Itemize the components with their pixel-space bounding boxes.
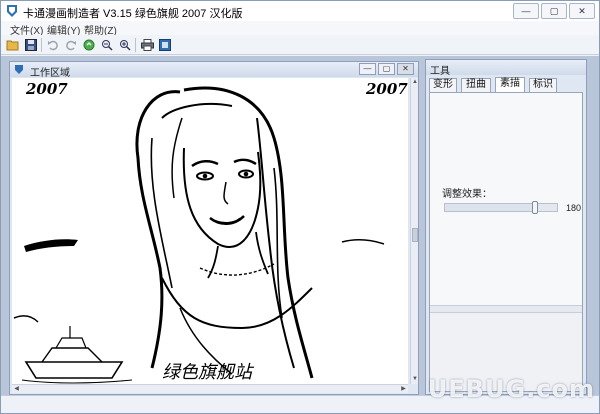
toolbar-separator [41, 38, 42, 52]
scroll-right-icon[interactable]: ▶ [399, 385, 408, 394]
work-minimize-button[interactable]: — [359, 63, 376, 75]
work-close-button[interactable]: ✕ [397, 63, 414, 75]
undo-icon[interactable] [45, 37, 61, 53]
print-icon[interactable] [139, 37, 155, 53]
sketch-settings: 调整效果： 180 [430, 93, 582, 305]
tools-titlebar[interactable]: 工具 [426, 60, 586, 77]
sketch-canvas[interactable]: 2007 2007 绿色旗舰站 [12, 78, 408, 384]
menu-bar: 文件(X) 编辑(Y) 帮助(Z) [1, 21, 599, 37]
vertical-scroll-thumb[interactable] [412, 228, 418, 242]
tab-sketch[interactable]: 素描 [495, 77, 525, 93]
title-bar: 卡通漫画制造者 V3.15 绿色旗舰 2007 汉化版 — ▢ ✕ [1, 1, 599, 21]
tab-mark[interactable]: 标识 [529, 78, 557, 92]
redo-icon[interactable] [63, 37, 79, 53]
horizontal-scrollbar[interactable]: ◀ ▶ [12, 384, 408, 393]
panel-splitter[interactable] [430, 305, 582, 313]
work-area-titlebar[interactable]: 工作区域 — ▢ ✕ [10, 62, 418, 79]
maximize-button[interactable]: ▢ [541, 3, 567, 19]
zoom-out-icon[interactable] [99, 37, 115, 53]
app-window: 卡通漫画制造者 V3.15 绿色旗舰 2007 汉化版 — ▢ ✕ 文件(X) … [0, 0, 600, 414]
close-button[interactable]: ✕ [569, 3, 595, 19]
vertical-scrollbar[interactable]: ▲ ▼ [410, 78, 418, 384]
toolbar [1, 35, 599, 55]
save-disk-icon[interactable] [23, 37, 39, 53]
year-stamp-left: 2007 [25, 80, 68, 98]
sketch-panel: 调整效果： 180 [429, 92, 583, 392]
refresh-icon[interactable] [81, 37, 97, 53]
work-restore-button[interactable]: ▢ [378, 63, 395, 75]
window-controls: — ▢ ✕ [513, 3, 595, 19]
effect-label: 调整效果： [442, 189, 492, 200]
work-area-window: 工作区域 — ▢ ✕ 2007 2007 绿色旗舰站 ▲ ▼ ◀ ▶ [9, 61, 419, 395]
scroll-down-icon[interactable]: ▼ [411, 375, 419, 383]
app-logo-icon [7, 5, 17, 17]
image-caption: 绿色旗舰站 [162, 362, 255, 383]
effect-value: 180 [566, 203, 582, 213]
sketch-image: 2007 2007 绿色旗舰站 [12, 78, 408, 384]
effect-slider-fill [445, 204, 532, 211]
document-icon [15, 65, 23, 74]
tools-window: 工具 变形 扭曲 素描 标识 调整效果： 180 [425, 59, 587, 395]
toolbar-separator [135, 38, 136, 52]
effect-slider[interactable] [444, 201, 558, 214]
export-icon[interactable] [157, 37, 173, 53]
watermark-logo: UEBUG.com [427, 375, 595, 403]
open-folder-icon[interactable] [5, 37, 21, 53]
minimize-button[interactable]: — [513, 3, 539, 19]
tab-deform[interactable]: 变形 [429, 78, 457, 92]
year-stamp-right: 2007 [365, 80, 408, 98]
effect-slider-thumb[interactable] [532, 201, 538, 214]
work-area-title: 工作区域 [30, 68, 70, 79]
scroll-up-icon[interactable]: ▲ [411, 78, 419, 86]
tab-distort[interactable]: 扭曲 [461, 78, 491, 92]
zoom-in-icon[interactable] [117, 37, 133, 53]
scroll-left-icon[interactable]: ◀ [12, 385, 21, 394]
window-title: 卡通漫画制造者 V3.15 绿色旗舰 2007 汉化版 [23, 8, 243, 20]
tools-title: 工具 [430, 66, 450, 77]
work-area-controls: — ▢ ✕ [359, 63, 414, 75]
